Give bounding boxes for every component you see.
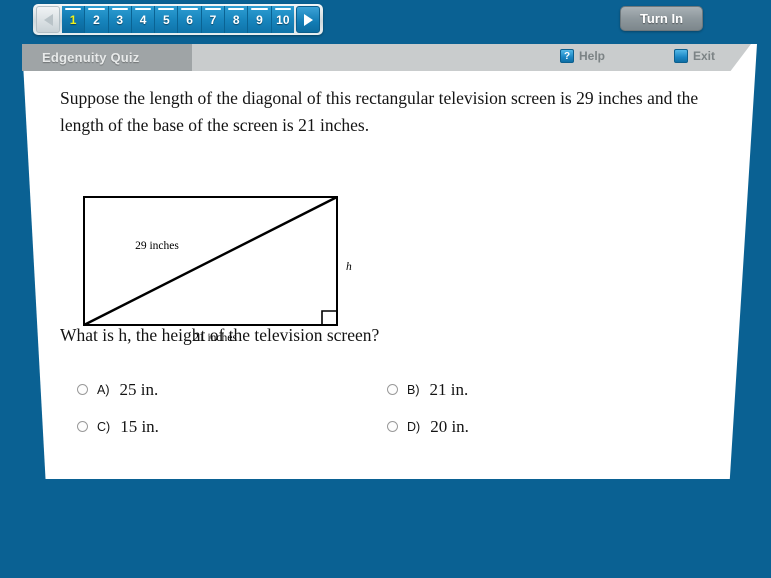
radio-button-d[interactable] [387,421,398,432]
turn-in-button[interactable]: Turn In [620,6,703,31]
radio-button-b[interactable] [387,384,398,395]
answer-text-b: 21 in. [429,379,469,399]
answer-letter-c: C) [97,419,111,434]
answer-option-c[interactable]: C) 15 in. [77,408,387,445]
answer-option-b[interactable]: B) 21 in. [387,371,697,408]
height-label: h [346,261,352,273]
page-button-5[interactable]: 5 [155,6,179,33]
quiz-title-label: Edgenuity Quiz [42,50,140,65]
page-number-label: 1 [69,12,77,27]
question-prompt: What is h, the height of the television … [60,325,380,345]
radio-button-c[interactable] [77,421,88,432]
answer-row: C) 15 in. D) 20 in. [77,408,697,445]
page-number-label: 4 [139,12,147,27]
answer-option-d[interactable]: D) 20 in. [387,408,697,445]
page-button-4[interactable]: 4 [131,6,156,33]
radio-button-a[interactable] [77,384,88,395]
page-number-label: 10 [276,12,290,27]
exit-square-icon [674,49,688,63]
page-number-label: 6 [186,12,193,27]
exit-label: Exit [693,49,716,63]
help-label: Help [579,49,606,63]
answer-letter-b: B) [407,382,420,397]
answer-letter-a: A) [97,382,110,397]
page-number-label: 9 [256,12,263,27]
page-button-10[interactable]: 10 [271,6,294,33]
prev-page-button[interactable] [36,6,60,33]
page-button-1[interactable]: 1 [62,6,86,33]
page-button-8[interactable]: 8 [225,6,249,33]
triangle-left-icon [43,13,53,26]
answer-text-d: 20 in. [430,416,469,436]
page-number-list: 1 2 3 4 5 6 7 8 9 10 [62,6,294,33]
page-number-label: 3 [116,12,124,27]
page-button-7[interactable]: 7 [201,6,226,33]
triangle-right-icon [303,13,313,26]
question-stem: Suppose the length of the diagonal of th… [60,88,699,136]
answer-letter-d: D) [407,419,421,434]
quiz-panel: Edgenuity Quiz ? Help Exit Suppose the l… [22,44,757,479]
next-page-button[interactable] [296,6,320,33]
answer-text-c: 15 in. [120,416,159,436]
page-navigation-strip: 1 2 3 4 5 6 7 8 9 10 [33,4,323,35]
answer-text-a: 25 in. [119,379,159,399]
answer-options: A) 25 in. B) 21 in. C) 15 in. D) 20 in. [77,371,697,445]
quiz-body: Suppose the length of the diagonal of th… [22,71,757,479]
page-number-label: 5 [162,12,170,27]
page-button-6[interactable]: 6 [178,6,202,33]
help-button[interactable]: ? Help [560,49,605,63]
page-button-2[interactable]: 2 [85,6,109,33]
page-number-label: 7 [209,12,217,27]
page-number-label: 8 [232,12,240,27]
page-number-label: 2 [93,12,100,27]
diagonal-length-label: 29 inches [135,240,179,252]
page-button-9[interactable]: 9 [248,6,272,33]
quiz-title-tab: Edgenuity Quiz [22,44,192,71]
exit-button[interactable]: Exit [674,49,715,63]
answer-option-a[interactable]: A) 25 in. [77,371,387,408]
answer-row: A) 25 in. B) 21 in. [77,371,697,408]
quiz-panel-header: Edgenuity Quiz [22,44,751,71]
page-button-3[interactable]: 3 [108,6,132,33]
question-mark-icon: ? [560,49,574,63]
